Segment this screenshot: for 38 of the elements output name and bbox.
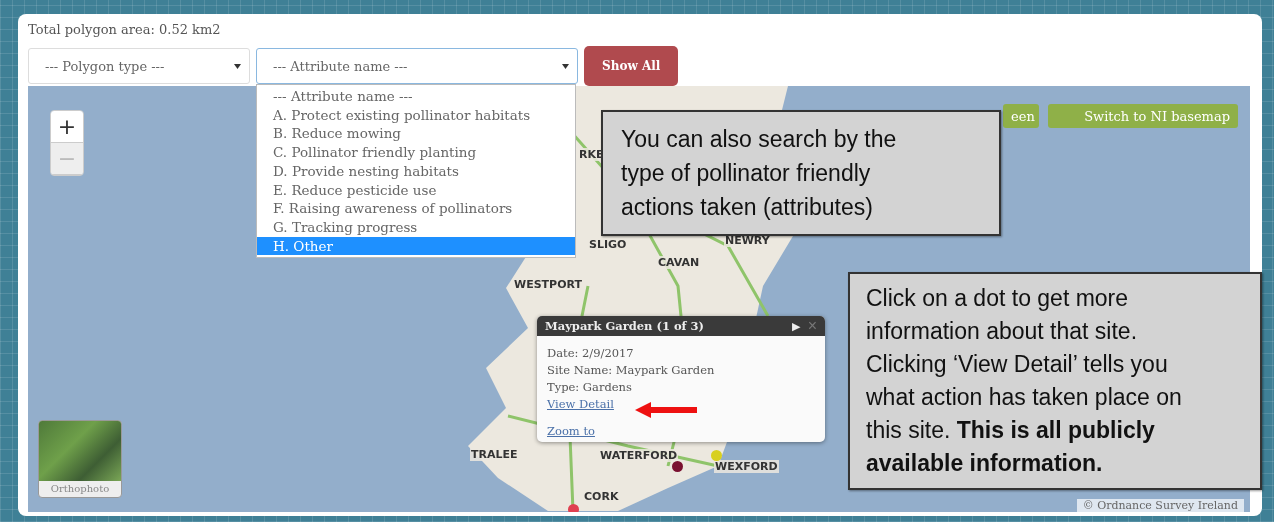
place-label: SLIGO xyxy=(588,238,628,251)
next-button[interactable]: ▶ xyxy=(791,319,800,333)
popup-link[interactable]: Zoom to xyxy=(547,424,595,438)
orthophoto-layer-button[interactable]: Orthophoto xyxy=(38,420,122,498)
place-label: CAVAN xyxy=(657,256,701,269)
place-label: CORK xyxy=(583,490,620,503)
pointer-arrow xyxy=(635,402,697,418)
popup-title: Maypark Garden (1 of 3) xyxy=(545,319,705,333)
dropdown-option[interactable]: E. Reduce pesticide use xyxy=(257,180,575,200)
site-marker[interactable] xyxy=(711,450,722,461)
caret-icon xyxy=(562,63,569,69)
dropdown-option[interactable]: A. Protect existing pollinator habitats xyxy=(257,105,575,125)
dropdown-option[interactable]: --- Attribute name --- xyxy=(257,87,575,106)
dropdown-option[interactable]: F. Raising awareness of pollinators xyxy=(257,199,575,218)
place-label: WATERFORD xyxy=(599,449,679,462)
callout-note: Click on a dot to get more information about that site. Clicking ‘View Detail’ tells you what action has taken place on this site. This is all publicly available information. xyxy=(848,272,1262,490)
place-label: TRALEE xyxy=(470,448,519,461)
callout-note: You can also search by the type of pollinator friendly actions taken (attributes) xyxy=(601,110,1001,236)
dropdown-option[interactable]: G. Tracking progress xyxy=(257,217,575,237)
site-marker[interactable] xyxy=(568,504,579,512)
popup-detail-text: Date: 2/9/2017 xyxy=(547,346,635,360)
dropdown-option[interactable]: H. Other xyxy=(257,236,575,256)
place-label: WEXFORD xyxy=(714,460,779,473)
caret-icon xyxy=(234,63,241,69)
dropdown-option[interactable]: B. Reduce mowing xyxy=(257,124,575,144)
site-marker[interactable] xyxy=(672,461,683,472)
dropdown-option[interactable]: C. Pollinator friendly planting xyxy=(257,143,575,162)
show-all-button[interactable]: Show All xyxy=(584,46,679,86)
polygon-type-select[interactable]: --- Polygon type --- xyxy=(28,48,250,84)
total-area-text: Total polygon area: 0.52 km2 xyxy=(28,21,222,39)
zoom-in-button[interactable]: + xyxy=(51,111,83,143)
popup-detail-text: Type: Gardens xyxy=(547,380,633,394)
popup-detail-text: Site Name: Maypark Garden xyxy=(547,363,716,377)
dropdown-option[interactable]: D. Provide nesting habitats xyxy=(257,161,575,181)
orthophoto-label: Orthophoto xyxy=(49,482,111,496)
attribution-text: © Ordnance Survey Ireland xyxy=(1076,499,1244,512)
popup-link[interactable]: View Detail xyxy=(547,397,614,411)
place-label: WESTPORT xyxy=(513,278,583,291)
